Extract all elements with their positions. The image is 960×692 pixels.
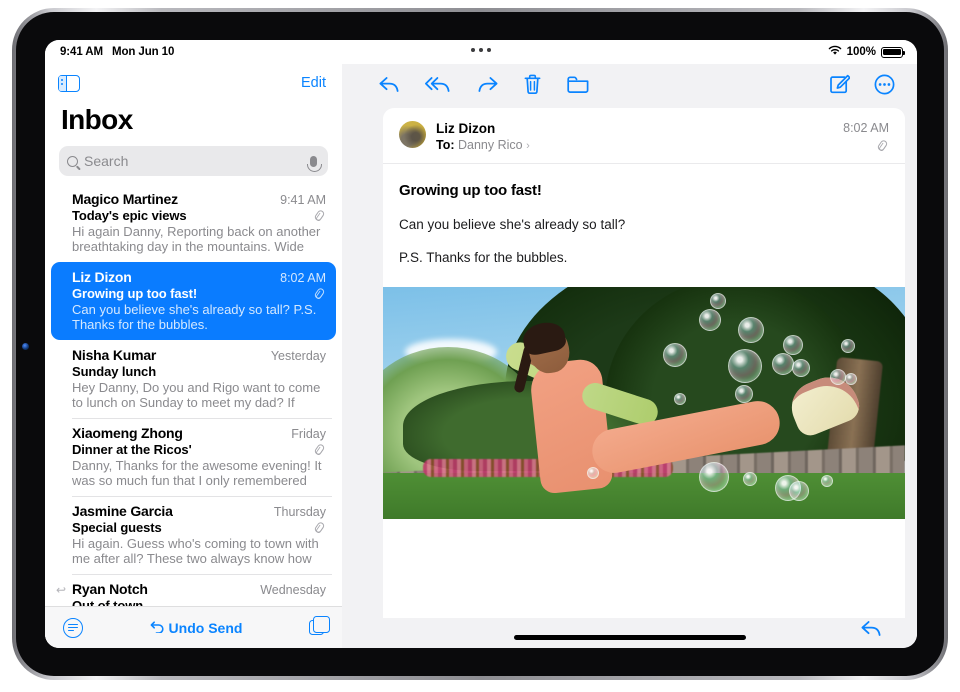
paperclip-icon [313,208,326,223]
microphone-icon[interactable] [307,155,322,172]
message-date: 9:41 AM [280,193,326,207]
compose-button[interactable] [829,74,850,95]
edit-button[interactable]: Edit [301,75,326,91]
message-date: Friday [291,427,326,441]
message-list-item[interactable]: Xiaomeng Zhong Friday Dinner at the Ricos'… [51,418,336,496]
more-button[interactable] [874,74,895,95]
message-date: Wednesday [260,583,326,597]
message-time: 8:02 AM [843,121,889,135]
message-preview: Danny, Thanks for the awesome evening! I… [72,458,322,488]
message-paragraph: Can you believe she's already so tall? [399,217,626,232]
handle-dot [471,48,475,52]
message-card: Liz Dizon To: Danny Rico › 8:02 AM Growi… [383,108,905,618]
message-detail-pane: Liz Dizon To: Danny Rico › 8:02 AM Growi… [342,64,917,648]
undo-send-label: Undo Send [168,619,243,636]
message-subject: Today's epic views [72,208,187,223]
undo-arrow-icon [150,620,165,636]
wifi-icon [828,45,842,59]
multitasking-handle[interactable] [471,48,491,52]
search-input[interactable] [84,153,304,169]
message-preview: Hey Danny, Do you and Rigo want to come … [72,380,321,410]
girl-kicking-among-soap-bubbles-photo[interactable] [383,287,905,519]
message-preview: Hi again. Guess who's coming to town wit… [72,536,319,566]
camera-indicator-dot [22,343,29,350]
paperclip-icon [313,520,326,535]
search-icon [67,155,78,167]
status-bar-left: 9:41 AM Mon Jun 10 [60,40,174,64]
message-list: Magico Martinez 9:41 AM Today's epic views… [45,184,342,648]
replied-arrow-icon: ↩ [56,583,67,597]
header-right: 8:02 AM [843,121,889,153]
message-subject: Growing up too fast! [399,182,542,199]
filter-icon[interactable] [63,617,83,638]
search-row [45,146,342,184]
message-subject: Dinner at the Ricos' [72,442,192,457]
detail-toolbar [342,64,917,104]
status-bar-right: 100% [828,40,906,64]
message-list-item[interactable]: Liz Dizon 8:02 AM Growing up too fast! Can … [51,262,336,340]
message-date: Thursday [273,505,326,519]
paperclip-icon [313,442,326,457]
message-subject: Growing up too fast! [72,286,198,301]
sidebar-nav-bar: Edit [45,64,342,102]
page-title: Inbox [61,104,133,135]
battery-icon [881,46,906,58]
reply-button-bottom[interactable] [860,619,883,638]
recipient-line[interactable]: To: Danny Rico › [436,138,530,152]
message-date: 8:02 AM [280,271,326,285]
message-sender: Magico Martinez [72,191,178,207]
message-subject: Sunday lunch [72,364,157,379]
recipient-name: Danny Rico [458,138,523,152]
message-preview: Hi again Danny, Reporting back on anothe… [72,224,321,254]
paperclip-icon [876,138,889,153]
sender-name: Liz Dizon [436,121,496,136]
home-indicator [513,635,746,640]
message-body: Growing up too fast! Can you believe she… [383,164,905,265]
search-field[interactable] [59,146,328,176]
detail-bottom-bar [342,608,917,648]
message-list-item[interactable]: Magico Martinez 9:41 AM Today's epic views… [51,184,336,262]
message-sender: Ryan Notch [72,581,148,597]
mail-sidebar: Edit Inbox Magico Martinez 9:41 AM Today's… [45,64,342,648]
screen: 9:41 AM Mon Jun 10 100% Edit Inbox Searc… [45,40,917,648]
status-date: Mon Jun 10 [111,46,175,58]
message-list-item[interactable]: Jasmine Garcia Thursday Special guests Hi a… [51,496,336,574]
forward-button[interactable] [476,75,499,94]
message-paragraph: P.S. Thanks for the bubbles. [399,250,568,265]
message-sender: Liz Dizon [72,269,132,285]
handle-dot [487,48,491,52]
ipad-device-frame: 9:41 AM Mon Jun 10 100% Edit Inbox Searc… [12,8,948,680]
sender-block: Liz Dizon To: Danny Rico › [399,121,530,152]
chevron-right-icon: › [526,140,530,152]
status-bar: 9:41 AM Mon Jun 10 100% [45,40,917,64]
message-sender: Nisha Kumar [72,347,157,363]
message-list-item[interactable]: Nisha Kumar Yesterday Sunday lunch Hey Dann… [51,340,336,418]
battery-percent: 100% [846,46,876,58]
undo-send-button[interactable]: Undo Send [150,619,243,636]
message-preview: Can you believe she's already so tall? P… [72,302,317,332]
message-sender: Jasmine Garcia [72,503,173,519]
avatar [399,121,426,148]
move-button[interactable] [566,75,590,94]
paperclip-icon [313,286,326,301]
reply-button[interactable] [378,75,401,94]
sidebar-toggle-icon[interactable] [58,74,80,92]
reply-all-button[interactable] [425,75,452,94]
message-date: Yesterday [270,349,326,363]
message-subject: Special guests [72,520,162,535]
message-header: Liz Dizon To: Danny Rico › 8:02 AM [383,108,905,164]
delete-button[interactable] [523,74,542,95]
device-bezel: 9:41 AM Mon Jun 10 100% Edit Inbox Searc… [16,12,944,676]
status-time: 9:41 AM [60,46,103,58]
handle-dot [479,48,483,52]
message-sender: Xiaomeng Zhong [72,425,183,441]
copy-icon[interactable] [308,615,331,635]
sidebar-toolbar: Undo Send [45,606,342,648]
to-label: To: [436,138,455,152]
